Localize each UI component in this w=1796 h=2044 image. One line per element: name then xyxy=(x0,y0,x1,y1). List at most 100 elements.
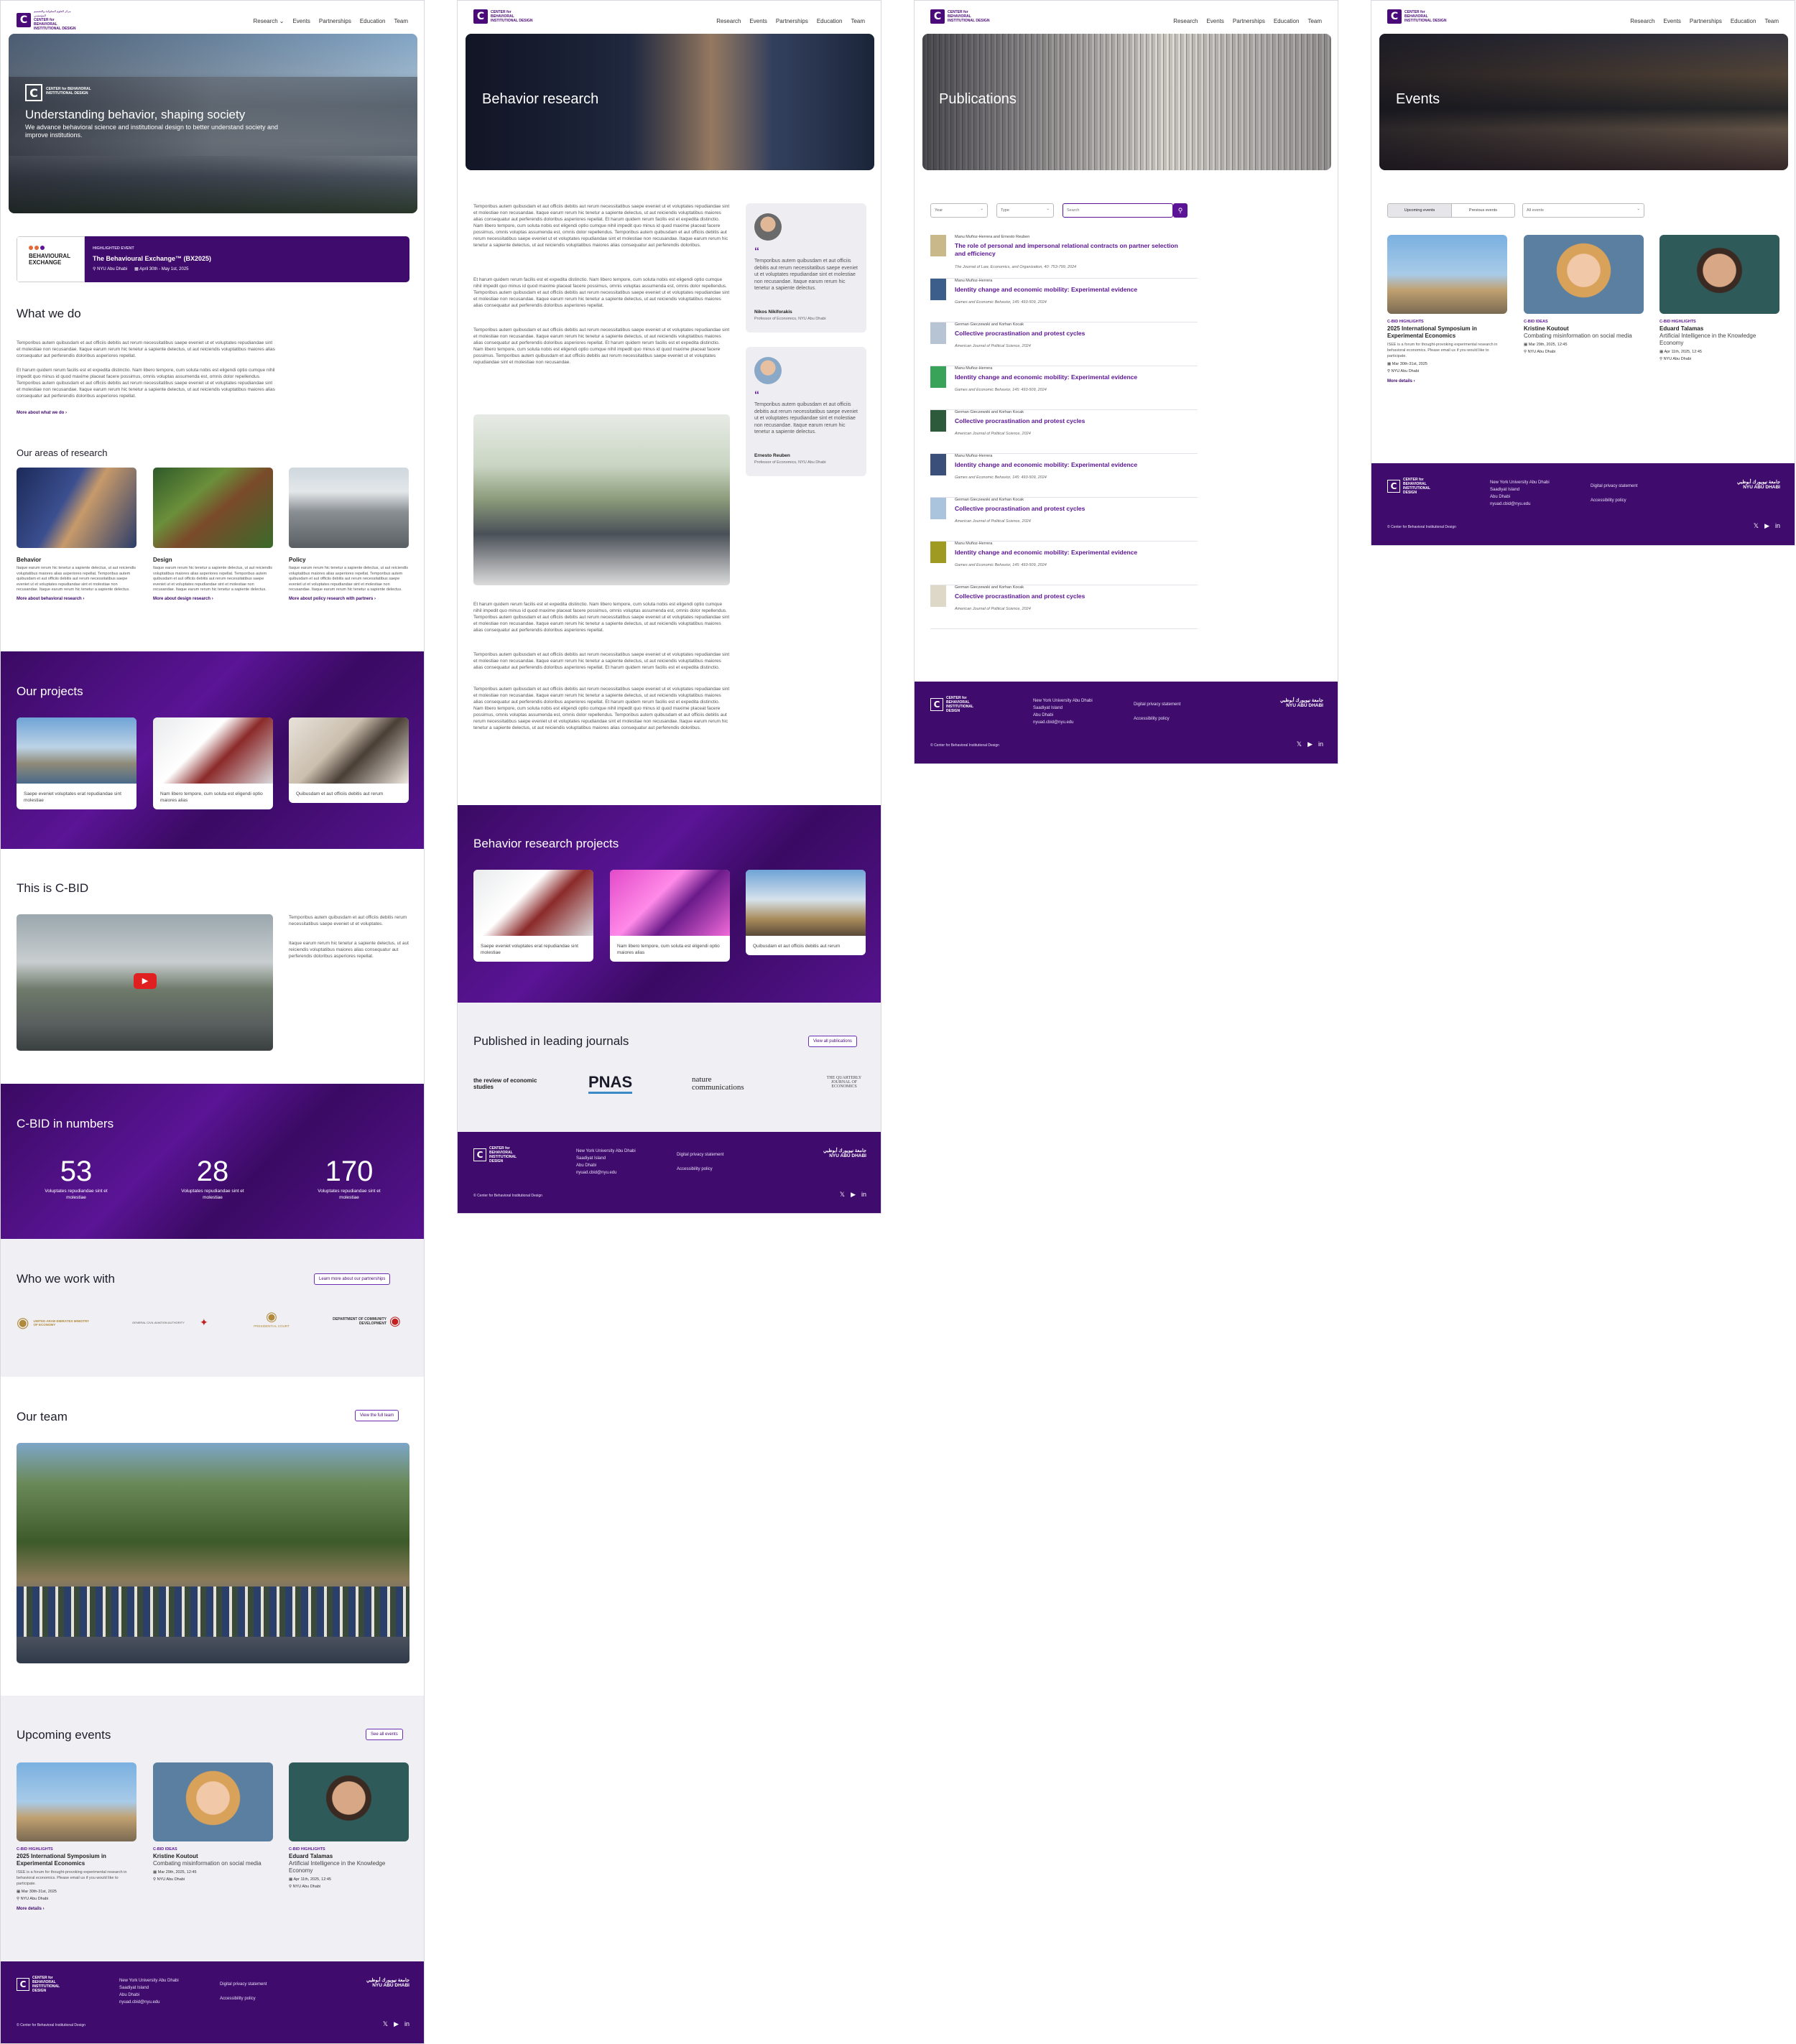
publication-row[interactable]: German Gieczewski and Korhan Kocak Collec… xyxy=(930,322,1198,366)
linkedin-icon[interactable]: in xyxy=(1318,740,1323,748)
see-all-events-button[interactable]: See all events xyxy=(366,1729,403,1740)
footer-email[interactable]: nyuad.cbid@nyu.edu xyxy=(119,1999,179,2006)
youtube-icon[interactable]: ▶ xyxy=(394,2020,399,2028)
accessibility-link[interactable]: Accessibility policy xyxy=(1134,712,1180,726)
nav-research[interactable]: Research xyxy=(716,18,741,24)
area-link-policy[interactable]: More about policy research with partners… xyxy=(289,597,409,601)
area-link-design[interactable]: More about design research › xyxy=(153,597,273,601)
what-we-do-link[interactable]: More about what we do › xyxy=(17,411,67,415)
nav-team[interactable]: Team xyxy=(1764,18,1779,24)
privacy-link[interactable]: Digital privacy statement xyxy=(220,1977,267,1992)
tab-upcoming[interactable]: Upcoming events xyxy=(1388,204,1451,217)
x-icon[interactable]: 𝕏 xyxy=(383,2020,388,2028)
site-logo[interactable]: C CENTER for BEHAVIORAL INSTITUTIONAL DESI… xyxy=(473,9,534,24)
nav-partnerships[interactable]: Partnerships xyxy=(1690,18,1722,24)
project-card[interactable]: Saepe eveniet voluptates erat repudianda… xyxy=(473,870,593,962)
privacy-link[interactable]: Digital privacy statement xyxy=(1134,697,1180,712)
youtube-icon[interactable]: ▶ xyxy=(851,1191,856,1199)
events-filter[interactable]: All events ⌄ xyxy=(1522,203,1644,218)
project-card[interactable]: Nam libero tempore, cum soluta est elige… xyxy=(153,717,273,809)
publication-row[interactable]: German Gieczewski and Korhan Kocak Collec… xyxy=(930,585,1198,629)
publication-row[interactable]: Manu Muñoz-Herrera and Ernesto Reuben The… xyxy=(930,235,1198,279)
nav-events[interactable]: Events xyxy=(292,18,310,24)
publication-row[interactable]: Manu Muñoz-Herrera Identity change and ec… xyxy=(930,279,1198,322)
cbid-video[interactable]: ▶ xyxy=(17,914,273,1051)
nav-education[interactable]: Education xyxy=(817,18,843,24)
site-logo[interactable]: C مركز العلوم السلوكية والتصميم المؤسسي C… xyxy=(17,9,77,31)
event-card[interactable]: C-BID HIGHLIGHTS 2025 International Symp… xyxy=(17,1762,136,1911)
linkedin-icon[interactable]: in xyxy=(404,2020,409,2028)
event-more-link[interactable]: More details › xyxy=(1387,379,1507,384)
x-icon[interactable]: 𝕏 xyxy=(840,1191,845,1199)
project-card[interactable]: Quibusdam et aut officiis debitis aut re… xyxy=(746,870,866,955)
nav-research[interactable]: Research xyxy=(1173,18,1198,24)
publication-title[interactable]: Collective procrastination and protest c… xyxy=(955,330,1185,338)
search-button[interactable]: ⚲ xyxy=(1173,203,1188,218)
publication-row[interactable]: Manu Muñoz-Herrera Identity change and ec… xyxy=(930,366,1198,410)
event-card[interactable]: C-BID IDEAS Kristine Koutout Combating m… xyxy=(153,1762,273,1882)
event-card[interactable]: C-BID HIGHLIGHTS Eduard Talamas Artifici… xyxy=(289,1762,409,1889)
linkedin-icon[interactable]: in xyxy=(861,1191,866,1199)
nav-partnerships[interactable]: Partnerships xyxy=(319,18,351,24)
publication-row[interactable]: German Gieczewski and Korhan Kocak Collec… xyxy=(930,498,1198,542)
nav-education[interactable]: Education xyxy=(360,18,386,24)
type-filter[interactable]: Type ⌄ xyxy=(996,203,1054,218)
view-publications-button[interactable]: View all publications xyxy=(808,1036,857,1047)
privacy-link[interactable]: Digital privacy statement xyxy=(1591,479,1637,493)
publication-row[interactable]: Manu Muñoz-Herrera Identity change and ec… xyxy=(930,542,1198,585)
tab-previous[interactable]: Previous events xyxy=(1451,204,1514,217)
highlighted-event-banner[interactable]: BEHAVIOURAL EXCHANGE HIGHLIGHTED EVENT T… xyxy=(17,236,409,282)
accessibility-link[interactable]: Accessibility policy xyxy=(1591,493,1637,508)
nav-team[interactable]: Team xyxy=(394,18,408,24)
nav-partnerships[interactable]: Partnerships xyxy=(776,18,808,24)
publication-title[interactable]: Collective procrastination and protest c… xyxy=(955,593,1185,600)
nav-partnerships[interactable]: Partnerships xyxy=(1233,18,1265,24)
nav-events[interactable]: Events xyxy=(1206,18,1223,24)
nav-events[interactable]: Events xyxy=(1663,18,1680,24)
publication-title[interactable]: Identity change and economic mobility: E… xyxy=(955,549,1185,557)
project-card[interactable]: Saepe eveniet voluptates erat repudianda… xyxy=(17,717,136,809)
search-input[interactable] xyxy=(1063,203,1173,218)
publication-title[interactable]: Collective procrastination and protest c… xyxy=(955,505,1185,513)
area-link-behavior[interactable]: More about behavioral research › xyxy=(17,597,136,601)
event-more-link[interactable]: More details › xyxy=(17,1907,136,1911)
privacy-link[interactable]: Digital privacy statement xyxy=(677,1148,723,1162)
site-logo[interactable]: C CENTER for BEHAVIORAL INSTITUTIONAL DESI… xyxy=(930,9,991,24)
area-card-policy[interactable]: Policy Itaque earum rerum hic tenetur a … xyxy=(289,468,409,601)
area-card-design[interactable]: Design Itaque earum rerum hic tenetur a … xyxy=(153,468,273,601)
publication-title[interactable]: Identity change and economic mobility: E… xyxy=(955,461,1185,469)
footer-logo[interactable]: C CENTER for BEHAVIORAL INSTITUTIONAL DESI… xyxy=(17,1976,72,1993)
area-card-behavior[interactable]: Behavior Itaque earum rerum hic tenetur … xyxy=(17,468,136,601)
nav-events[interactable]: Events xyxy=(749,18,767,24)
year-filter[interactable]: Year ⌄ xyxy=(930,203,988,218)
publication-title[interactable]: The role of personal and impersonal rela… xyxy=(955,242,1185,258)
footer-email[interactable]: nyuad.cbid@nyu.edu xyxy=(1033,719,1093,726)
event-card[interactable]: C-BID IDEAS Kristine Koutout Combating m… xyxy=(1524,235,1644,354)
nav-team[interactable]: Team xyxy=(1307,18,1322,24)
view-team-button[interactable]: View the full team xyxy=(355,1410,399,1421)
nav-team[interactable]: Team xyxy=(851,18,865,24)
partnerships-button[interactable]: Learn more about our partnerships xyxy=(314,1273,391,1285)
nav-education[interactable]: Education xyxy=(1274,18,1300,24)
nav-education[interactable]: Education xyxy=(1731,18,1756,24)
site-logo[interactable]: C CENTER for BEHAVIORAL INSTITUTIONAL DESI… xyxy=(1387,9,1448,24)
event-card[interactable]: C-BID HIGHLIGHTS Eduard Talamas Artifici… xyxy=(1660,235,1779,361)
publication-title[interactable]: Collective procrastination and protest c… xyxy=(955,417,1185,425)
event-card[interactable]: C-BID HIGHLIGHTS 2025 International Symp… xyxy=(1387,235,1507,384)
x-icon[interactable]: 𝕏 xyxy=(1754,522,1759,530)
accessibility-link[interactable]: Accessibility policy xyxy=(220,1992,267,2006)
publication-title[interactable]: Identity change and economic mobility: E… xyxy=(955,373,1185,381)
publication-title[interactable]: Identity change and economic mobility: E… xyxy=(955,286,1185,294)
youtube-icon[interactable]: ▶ xyxy=(1307,740,1313,748)
nav-research[interactable]: Research xyxy=(254,18,278,24)
accessibility-link[interactable]: Accessibility policy xyxy=(677,1162,723,1176)
play-button[interactable]: ▶ xyxy=(134,973,157,989)
youtube-icon[interactable]: ▶ xyxy=(1764,522,1769,530)
project-card[interactable]: Nam libero tempore, cum soluta est elige… xyxy=(610,870,730,962)
project-card[interactable]: Quibusdam et aut officiis debitis aut re… xyxy=(289,717,409,803)
publication-row[interactable]: German Gieczewski and Korhan Kocak Collec… xyxy=(930,410,1198,454)
linkedin-icon[interactable]: in xyxy=(1775,522,1780,530)
footer-email[interactable]: nyuad.cbid@nyu.edu xyxy=(576,1169,636,1176)
footer-email[interactable]: nyuad.cbid@nyu.edu xyxy=(1490,501,1550,508)
x-icon[interactable]: 𝕏 xyxy=(1297,740,1302,748)
